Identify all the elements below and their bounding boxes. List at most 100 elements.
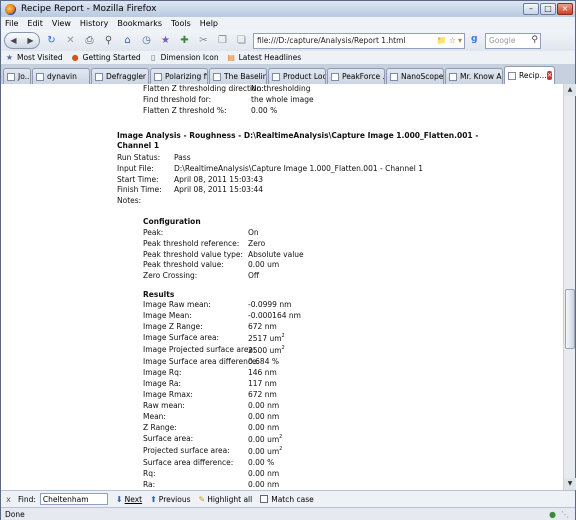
minimize-button[interactable]: –: [523, 3, 539, 15]
addon-icon[interactable]: ●: [549, 510, 556, 519]
find-previous-label: Previous: [158, 494, 191, 504]
menu-file[interactable]: File: [5, 19, 18, 28]
result-value-text: 0.00 um: [248, 435, 280, 444]
page-icon: [154, 72, 162, 81]
folder-icon[interactable]: 📁: [437, 36, 447, 45]
back-arrow-icon[interactable]: ◀: [10, 36, 16, 45]
result-label: Projected surface area:: [143, 446, 230, 455]
dropdown-arrow-icon[interactable]: ▾: [458, 36, 462, 45]
page-icon: [331, 72, 339, 81]
tab-polarizing[interactable]: Polarizing fil...: [150, 68, 208, 84]
tab-dynavin[interactable]: dynavin: [32, 68, 90, 84]
menu-view[interactable]: View: [52, 19, 71, 28]
tab-label: Mr. Know All...: [460, 72, 502, 81]
menu-tools[interactable]: Tools: [171, 19, 191, 28]
config-label: Peak threshold value type:: [143, 250, 244, 259]
url-text[interactable]: file:///D:/capture/Analysis/Report 1.htm…: [257, 36, 406, 45]
vertical-scrollbar[interactable]: ▲ ▼: [563, 84, 576, 490]
find-bar: x Find: Cheltenham ⬇ Next ⬆ Previous ✎ High…: [1, 490, 575, 507]
tab-product[interactable]: Product Loc...: [268, 68, 326, 84]
highlight-all-button[interactable]: ✎ Highlight all: [199, 495, 253, 504]
result-value: -0.0999 nm: [248, 300, 292, 309]
close-tab-icon[interactable]: ×: [546, 71, 553, 80]
result-value-text: 2500 um: [248, 346, 282, 355]
back-forward-buttons[interactable]: ◀ ▶: [4, 32, 40, 49]
result-value: 672 nm: [248, 390, 277, 399]
copy-icon[interactable]: ❐: [215, 33, 230, 48]
scrollbar-thumb[interactable]: [565, 289, 575, 349]
page-icon: [272, 72, 280, 81]
result-label: Z Range:: [143, 423, 177, 432]
bookmark-label: Latest Headlines: [238, 53, 302, 62]
find-next-button[interactable]: ⬇ Next: [116, 495, 142, 504]
config-value: On: [248, 228, 259, 237]
bookmark-latest-headlines[interactable]: ▤ Latest Headlines: [227, 53, 302, 62]
tab-baseline[interactable]: The Baselin...: [209, 68, 267, 84]
url-bar[interactable]: file:///D:/capture/Analysis/Report 1.htm…: [253, 32, 465, 49]
page-icon: [95, 72, 103, 81]
config-label: Peak:: [143, 228, 164, 237]
bookmark-dimension-icon[interactable]: ▯ Dimension Icon: [149, 53, 219, 62]
config-value: Off: [248, 271, 260, 280]
result-value: 2517 um2: [248, 333, 285, 343]
results-heading: Results: [143, 290, 175, 299]
find-input[interactable]: Cheltenham: [39, 493, 108, 505]
config-value: Zero: [248, 239, 266, 248]
match-case-checkbox[interactable]: [260, 495, 269, 503]
tab-mr-know-all[interactable]: Mr. Know All...: [445, 68, 503, 84]
bookmark-most-visited[interactable]: ★ Most Visited: [5, 53, 63, 62]
result-label: Image Raw mean:: [143, 300, 211, 309]
print-icon[interactable]: ⎙: [82, 33, 97, 48]
close-find-bar-icon[interactable]: x: [4, 495, 13, 504]
bookmark-getting-started[interactable]: ● Getting Started: [71, 53, 141, 62]
result-value: 117 nm: [248, 379, 277, 388]
tab-label: Jo...: [18, 72, 31, 81]
flatten-label: Find threshold for:: [143, 95, 212, 104]
forward-arrow-icon[interactable]: ▶: [27, 36, 33, 45]
bookmark-star-icon[interactable]: ★: [158, 33, 173, 48]
tab-jo[interactable]: Jo...: [3, 68, 31, 84]
config-label: Peak threshold value:: [143, 260, 224, 269]
history-clock-icon[interactable]: ◷: [139, 33, 154, 48]
search-placeholder: Google: [489, 36, 516, 45]
window-controls: – □ ×: [523, 3, 573, 15]
scroll-down-icon[interactable]: ▼: [564, 478, 576, 490]
maximize-button[interactable]: □: [540, 3, 556, 15]
match-case-toggle[interactable]: Match case: [260, 495, 314, 504]
search-input[interactable]: Google ⚲: [485, 32, 541, 49]
new-tab-icon[interactable]: ✚: [177, 33, 192, 48]
tab-nanoscope[interactable]: NanoScope ...: [386, 68, 444, 84]
page-icon: [213, 72, 221, 81]
page-icon: [36, 72, 44, 81]
paste-icon[interactable]: ❏: [234, 33, 249, 48]
unit-exponent: 2: [279, 446, 283, 452]
tab-defraggler[interactable]: Defraggler -...: [91, 68, 149, 84]
zoom-icon[interactable]: ⚲: [101, 33, 116, 48]
tab-label: Polarizing fil...: [165, 72, 207, 81]
stop-icon[interactable]: ✕: [63, 33, 78, 48]
bookmark-star-url-icon[interactable]: ☆: [449, 36, 456, 45]
tab-peakforce[interactable]: PeakForce ...: [327, 68, 385, 84]
menu-edit[interactable]: Edit: [27, 19, 43, 28]
result-value: 672 nm: [248, 322, 277, 331]
bookmark-label: Getting Started: [82, 53, 141, 62]
home-icon[interactable]: ⌂: [120, 33, 135, 48]
search-engine-icon[interactable]: g: [471, 34, 485, 48]
cut-icon[interactable]: ✂: [196, 33, 211, 48]
close-window-button[interactable]: ×: [557, 3, 573, 15]
info-label: Start Time:: [117, 175, 159, 184]
reload-icon[interactable]: ↻: [44, 33, 59, 48]
title-bar: Recipe Report - Mozilla Firefox – □ ×: [1, 1, 575, 17]
scroll-up-icon[interactable]: ▲: [564, 84, 576, 96]
tab-strip: Jo... dynavin Defraggler -... Polarizing…: [1, 65, 575, 84]
menu-bookmarks[interactable]: Bookmarks: [117, 19, 162, 28]
resize-grip-icon[interactable]: ⋱: [561, 510, 569, 519]
menu-help[interactable]: Help: [200, 19, 218, 28]
tab-recipe-report[interactable]: Recip... ×: [504, 66, 555, 84]
find-next-label: Next: [124, 494, 143, 504]
find-previous-button[interactable]: ⬆ Previous: [150, 495, 190, 504]
search-icon[interactable]: ⚲: [531, 35, 538, 45]
result-label: Surface area:: [143, 434, 194, 443]
page-icon: ▯: [150, 53, 156, 62]
menu-history[interactable]: History: [80, 19, 108, 28]
